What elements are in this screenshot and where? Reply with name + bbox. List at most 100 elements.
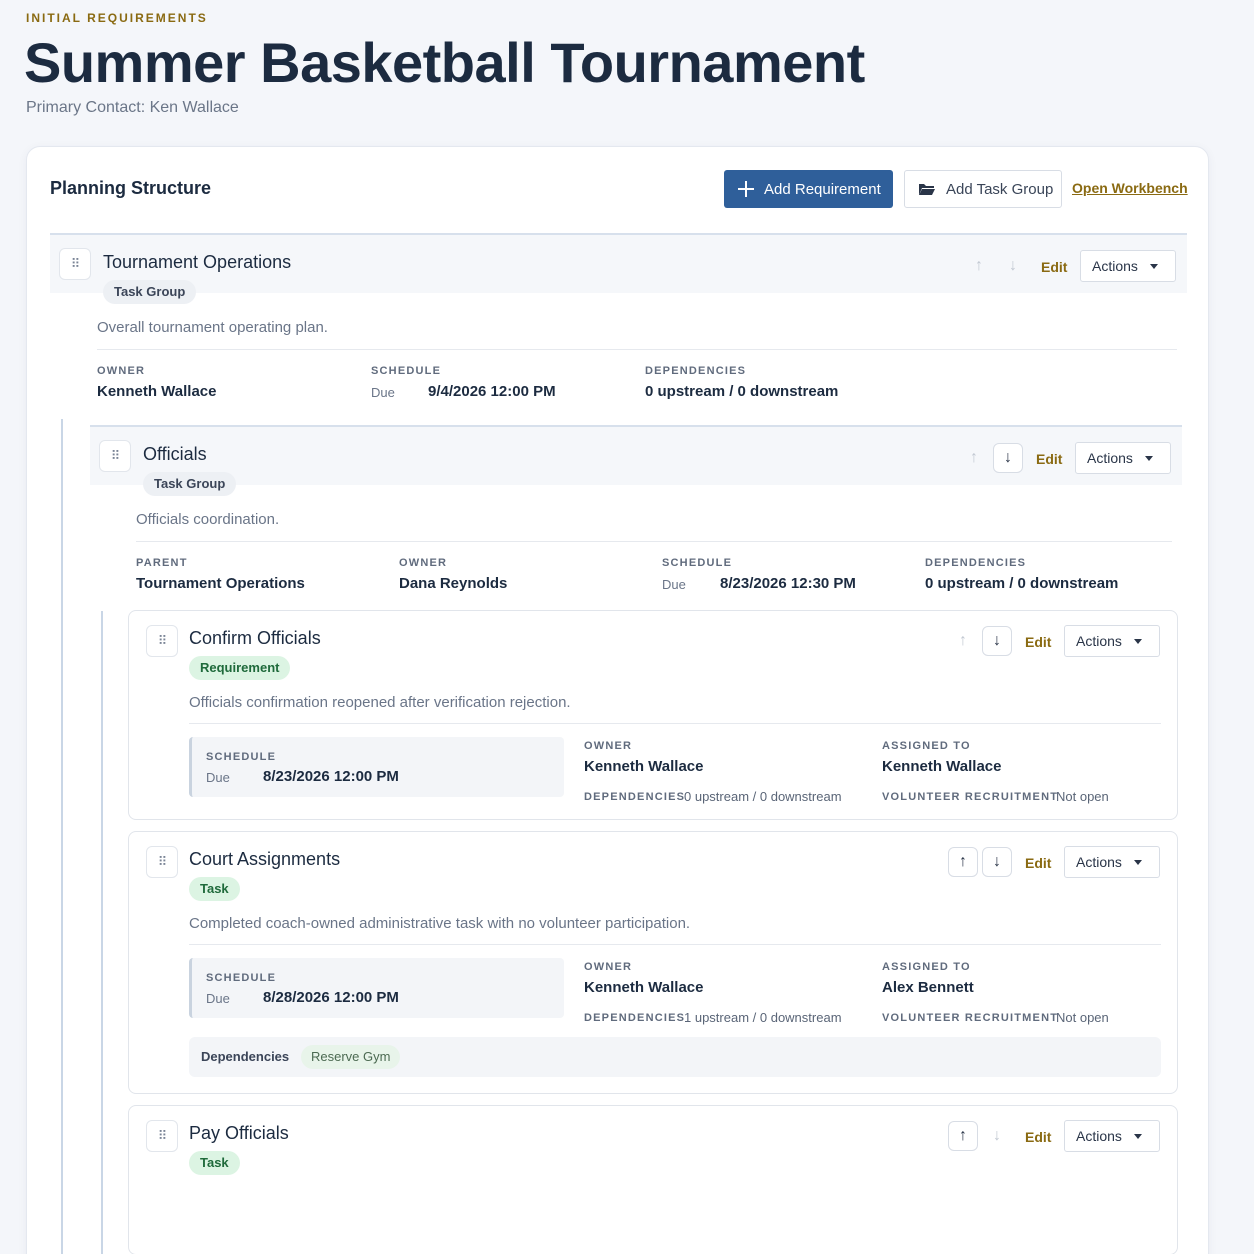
parent-value: Tournament Operations (136, 575, 305, 592)
move-down-button[interactable]: ↓ (993, 443, 1023, 473)
edit-link[interactable]: Edit (1025, 634, 1051, 650)
dependencies-label: DEPENDENCIES (584, 1012, 686, 1024)
move-up-button[interactable]: ↑ (948, 847, 978, 877)
volunteer-recruitment-label: VOLUNTEER RECRUITMENT (882, 791, 1059, 803)
assigned-to-label: ASSIGNED TO (882, 961, 971, 973)
move-up-button[interactable]: ↑ (964, 251, 994, 281)
dependencies-label: DEPENDENCIES (925, 557, 1027, 569)
move-down-button[interactable]: ↓ (998, 251, 1028, 281)
due-value: 8/28/2026 12:00 PM (263, 989, 399, 1006)
dependencies-value: 1 upstream / 0 downstream (684, 1010, 842, 1025)
caret-down-icon (1144, 455, 1153, 461)
actions-dropdown[interactable]: Actions (1064, 1120, 1160, 1152)
planning-structure-panel: Planning Structure Add Requirement Add T… (26, 146, 1209, 1254)
dependencies-row: Dependencies Reserve Gym (189, 1037, 1161, 1077)
add-task-group-button[interactable]: Add Task Group (904, 170, 1062, 208)
task-card: ⠿ Pay Officials Task ↑ ↓ Edit Actions (128, 1105, 1178, 1254)
due-value: 8/23/2026 12:30 PM (720, 575, 856, 592)
tree-connector-line (101, 611, 103, 1254)
due-label: Due (206, 991, 230, 1006)
actions-dropdown[interactable]: Actions (1064, 625, 1160, 657)
owner-label: OWNER (97, 365, 146, 377)
group-title[interactable]: Tournament Operations (103, 252, 291, 273)
owner-label: OWNER (584, 740, 633, 752)
assigned-to-value: Alex Bennett (882, 979, 974, 996)
folder-open-icon (919, 184, 935, 195)
actions-label: Actions (1076, 1128, 1122, 1144)
type-badge: Task (189, 1151, 240, 1175)
edit-link[interactable]: Edit (1041, 259, 1067, 275)
volunteer-recruitment-value: Not open (1056, 1010, 1109, 1025)
task-card: ⠿ Court Assignments Task ↑ ↓ Edit Action… (128, 831, 1178, 1094)
add-requirement-button[interactable]: Add Requirement (724, 170, 893, 208)
divider (136, 541, 1172, 542)
schedule-label: SCHEDULE (206, 972, 277, 984)
dependencies-value: 0 upstream / 0 downstream (684, 789, 842, 804)
actions-label: Actions (1076, 854, 1122, 870)
page-eyebrow: INITIAL REQUIREMENTS (26, 11, 208, 25)
group-title[interactable]: Officials (143, 444, 207, 465)
actions-dropdown[interactable]: Actions (1075, 442, 1171, 474)
drag-handle[interactable]: ⠿ (59, 248, 91, 280)
dependencies-row-label: Dependencies (201, 1049, 290, 1064)
divider (97, 349, 1177, 350)
edit-link[interactable]: Edit (1025, 855, 1051, 871)
owner-value: Dana Reynolds (399, 575, 508, 592)
plus-icon (738, 181, 754, 197)
group-description: Officials coordination. (136, 511, 280, 528)
due-label: Due (206, 770, 230, 785)
actions-dropdown[interactable]: Actions (1064, 846, 1160, 878)
card-title[interactable]: Pay Officials (189, 1123, 289, 1144)
caret-down-icon (1133, 638, 1142, 644)
primary-contact: Primary Contact: Ken Wallace (26, 99, 239, 116)
actions-label: Actions (1092, 258, 1138, 274)
drag-handle[interactable]: ⠿ (99, 440, 131, 472)
edit-link[interactable]: Edit (1025, 1129, 1051, 1145)
due-value: 9/4/2026 12:00 PM (428, 383, 556, 400)
card-title[interactable]: Court Assignments (189, 849, 340, 870)
requirement-card: ⠿ Confirm Officials Requirement ↑ ↓ Edit… (128, 610, 1178, 820)
volunteer-recruitment-label: VOLUNTEER RECRUITMENT (882, 1012, 1059, 1024)
schedule-label: SCHEDULE (371, 365, 442, 377)
dependencies-value: 0 upstream / 0 downstream (645, 383, 839, 400)
move-down-button[interactable]: ↓ (982, 1121, 1012, 1151)
actions-label: Actions (1087, 450, 1133, 466)
dependency-chip[interactable]: Reserve Gym (301, 1045, 401, 1069)
type-badge: Task Group (103, 280, 197, 304)
drag-handle[interactable]: ⠿ (146, 1120, 178, 1152)
drag-handle[interactable]: ⠿ (146, 846, 178, 878)
card-title[interactable]: Confirm Officials (189, 628, 321, 649)
caret-down-icon (1133, 1133, 1142, 1139)
dependencies-label: DEPENDENCIES (645, 365, 747, 377)
schedule-label: SCHEDULE (662, 557, 733, 569)
assigned-to-label: ASSIGNED TO (882, 740, 971, 752)
schedule-box: SCHEDULE Due 8/23/2026 12:00 PM (189, 737, 564, 797)
add-task-group-label: Add Task Group (946, 180, 1054, 198)
move-up-button[interactable]: ↑ (948, 1121, 978, 1151)
due-value: 8/23/2026 12:00 PM (263, 768, 399, 785)
caret-down-icon (1133, 859, 1142, 865)
dependencies-label: DEPENDENCIES (584, 791, 686, 803)
drag-handle[interactable]: ⠿ (146, 625, 178, 657)
actions-dropdown[interactable]: Actions (1080, 250, 1176, 282)
divider (189, 944, 1161, 945)
card-description: Officials confirmation reopened after ve… (189, 694, 571, 711)
owner-label: OWNER (399, 557, 448, 569)
schedule-label: SCHEDULE (206, 751, 277, 763)
move-down-button[interactable]: ↓ (982, 626, 1012, 656)
owner-value: Kenneth Wallace (97, 383, 217, 400)
type-badge: Task (189, 877, 240, 901)
tree-connector-line (61, 419, 63, 1254)
open-workbench-link[interactable]: Open Workbench (1072, 180, 1188, 196)
divider (189, 723, 1161, 724)
edit-link[interactable]: Edit (1036, 451, 1062, 467)
schedule-box: SCHEDULE Due 8/28/2026 12:00 PM (189, 958, 564, 1018)
volunteer-recruitment-value: Not open (1056, 789, 1109, 804)
caret-down-icon (1149, 263, 1158, 269)
move-up-button[interactable]: ↑ (959, 443, 989, 473)
group-description: Overall tournament operating plan. (97, 319, 328, 336)
dependencies-value: 0 upstream / 0 downstream (925, 575, 1119, 592)
card-description: Completed coach-owned administrative tas… (189, 915, 691, 932)
move-down-button[interactable]: ↓ (982, 847, 1012, 877)
move-up-button[interactable]: ↑ (948, 626, 978, 656)
